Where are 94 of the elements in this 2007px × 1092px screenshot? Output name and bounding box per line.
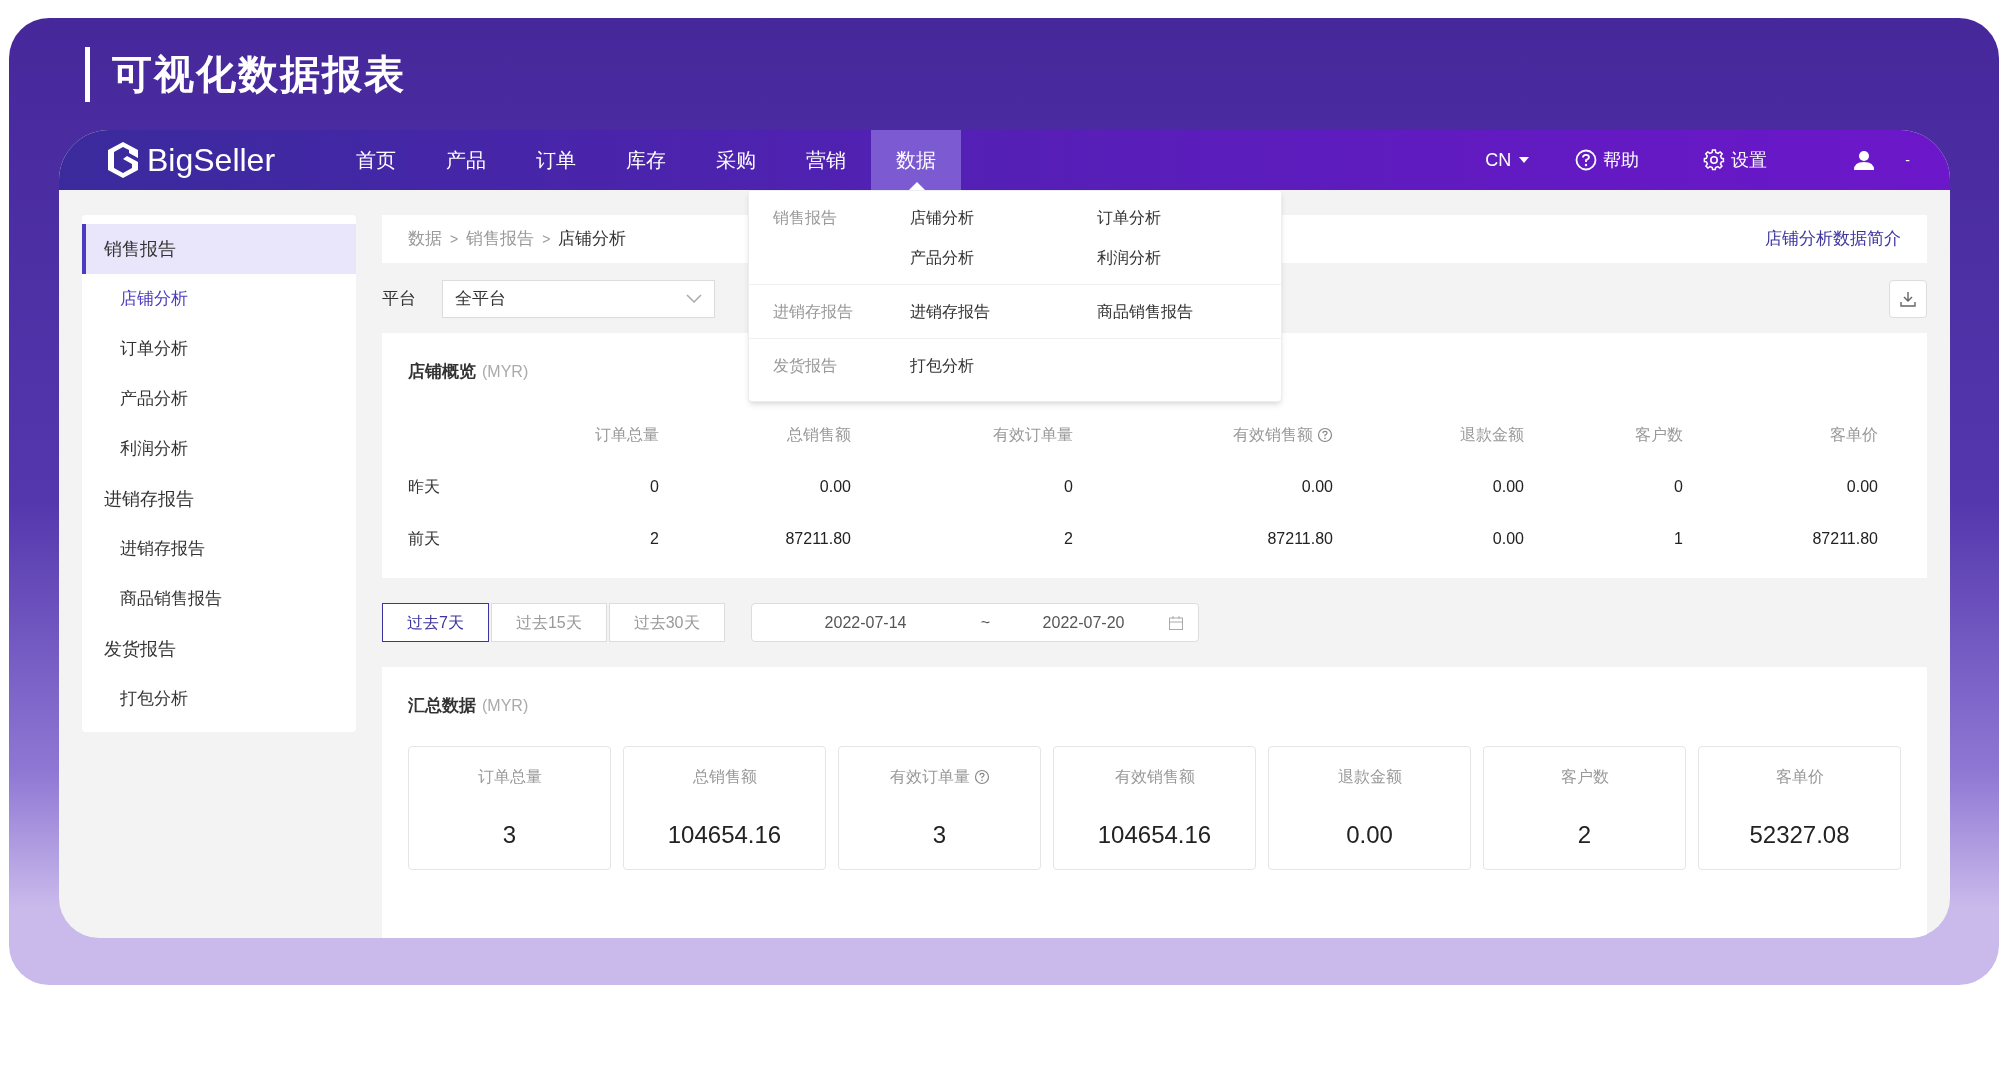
column-header: 有效订单量 <box>993 424 1073 445</box>
row-label: 昨天 <box>408 476 440 497</box>
stat-label: 有效销售额 <box>1114 766 1195 787</box>
menu-item[interactable]: 产品分析 <box>910 241 974 274</box>
table-cell-text: 0.00 <box>1846 476 1878 497</box>
range-tab[interactable]: 过去7天 <box>382 603 489 642</box>
nav-tab[interactable]: 产品 <box>421 130 511 190</box>
table-cell-text: 87211.80 <box>1267 528 1333 549</box>
download-icon <box>1900 291 1916 307</box>
platform-label: 平台 <box>382 288 417 311</box>
stat-value: 52327.08 <box>1749 819 1850 850</box>
table-cell-text: 2 <box>650 528 659 549</box>
language-selector[interactable]: CN <box>1485 146 1530 174</box>
stat-label: 有效订单量 <box>889 766 970 787</box>
menu-group-label: 进销存报告 <box>773 302 854 322</box>
table-cell-text: 2 <box>1064 528 1073 549</box>
sidebar-item[interactable]: 利润分析 <box>82 424 356 474</box>
menu-item[interactable]: 打包分析 <box>910 349 974 382</box>
stat-value: 2 <box>1577 819 1592 850</box>
chevron-down-icon <box>686 294 702 304</box>
stat-value: 3 <box>932 819 947 850</box>
breadcrumb-current: 店铺分析 <box>558 228 627 251</box>
column-header: 客户数 <box>1635 424 1683 445</box>
menu-item[interactable]: 进销存报告 <box>910 295 990 328</box>
table-cell-text: 0.00 <box>819 476 851 497</box>
user-icon[interactable] <box>1853 150 1876 170</box>
user-name[interactable]: - <box>1905 149 1910 171</box>
table-cell-text: 0.00 <box>1492 476 1524 497</box>
download-button[interactable] <box>1889 280 1927 318</box>
table-cell-text: 87211.80 <box>1812 528 1878 549</box>
sidebar-group[interactable]: 销售报告 <box>82 224 356 274</box>
stat-label: 订单总量 <box>477 766 542 787</box>
calendar-icon <box>1167 614 1184 631</box>
help-icon <box>1575 149 1598 171</box>
settings-button[interactable]: 设置 <box>1703 146 1768 174</box>
sidebar-group[interactable]: 进销存报告 <box>82 474 356 524</box>
date-range-field[interactable]: 2022-07-14 ~ 2022-07-20 <box>750 603 1199 642</box>
nav-tab[interactable]: 库存 <box>601 130 691 190</box>
sidebar-item[interactable]: 订单分析 <box>82 324 356 374</box>
nav-tab[interactable]: 数据 <box>871 130 961 190</box>
section-title: 店铺概览 <box>408 361 476 383</box>
table-cell-text: 0 <box>1064 476 1073 497</box>
sidebar-item[interactable]: 商品销售报告 <box>82 574 356 624</box>
help-circle-icon <box>973 768 990 785</box>
help-button[interactable]: 帮助 <box>1575 146 1640 174</box>
stat-label: 总销售额 <box>692 766 757 787</box>
stat-value: 104654.16 <box>1097 819 1212 850</box>
menu-item[interactable]: 订单分析 <box>1097 201 1161 234</box>
column-header: 退款金额 <box>1460 424 1524 445</box>
table-cell-text: 0.00 <box>1492 528 1524 549</box>
menu-group-label: 发货报告 <box>773 356 838 376</box>
row-label: 前天 <box>408 528 440 549</box>
title-bar-mark <box>85 46 90 102</box>
column-header: 总销售额 <box>787 424 851 445</box>
column-header: 有效销售额 <box>1233 424 1313 445</box>
column-header: 客单价 <box>1830 424 1878 445</box>
nav-tab[interactable]: 采购 <box>691 130 781 190</box>
menu-group-label: 销售报告 <box>773 208 838 228</box>
breadcrumb-separator: > <box>542 229 551 249</box>
stat-value: 3 <box>502 819 517 850</box>
intro-link[interactable]: 店铺分析数据简介 <box>1765 226 1901 252</box>
column-header: 订单总量 <box>595 424 659 445</box>
table-cell-text: 87211.80 <box>785 528 851 549</box>
menu-item[interactable]: 商品销售报告 <box>1097 295 1193 328</box>
currency-unit: (MYR) <box>482 362 529 382</box>
breadcrumb-separator: > <box>450 229 459 249</box>
menu-item[interactable]: 店铺分析 <box>910 201 974 234</box>
help-circle-icon <box>1317 426 1333 443</box>
sidebar-group[interactable]: 发货报告 <box>82 624 356 674</box>
stat-value: 0.00 <box>1346 819 1393 850</box>
table-cell-text: 0 <box>650 476 659 497</box>
settings-icon <box>1703 149 1726 171</box>
stat-value: 104654.16 <box>667 819 782 850</box>
nav-tab[interactable]: 首页 <box>331 130 421 190</box>
section-title: 汇总数据 <box>408 695 476 717</box>
table-cell-text: 0 <box>1674 476 1683 497</box>
nav-tab[interactable]: 订单 <box>511 130 601 190</box>
nav-tab[interactable]: 营销 <box>781 130 871 190</box>
sidebar-item[interactable]: 店铺分析 <box>82 274 356 324</box>
table-cell-text: 0.00 <box>1301 476 1333 497</box>
logo-text: BigSeller <box>147 141 276 180</box>
menu-item[interactable]: 利润分析 <box>1097 241 1161 274</box>
logo-icon <box>105 140 141 180</box>
sidebar-item[interactable]: 产品分析 <box>82 374 356 424</box>
stat-label: 客户数 <box>1560 766 1609 787</box>
stat-label: 退款金额 <box>1337 766 1402 787</box>
table-cell-text: 1 <box>1674 528 1683 549</box>
caret-icon <box>1519 157 1530 163</box>
stat-label: 客单价 <box>1775 766 1824 787</box>
currency-unit: (MYR) <box>482 696 529 716</box>
banner-title: 可视化数据报表 <box>112 51 406 98</box>
sidebar-item[interactable]: 进销存报告 <box>82 524 356 574</box>
platform-select[interactable]: 全平台 <box>442 280 715 318</box>
sidebar-item[interactable]: 打包分析 <box>82 674 356 724</box>
